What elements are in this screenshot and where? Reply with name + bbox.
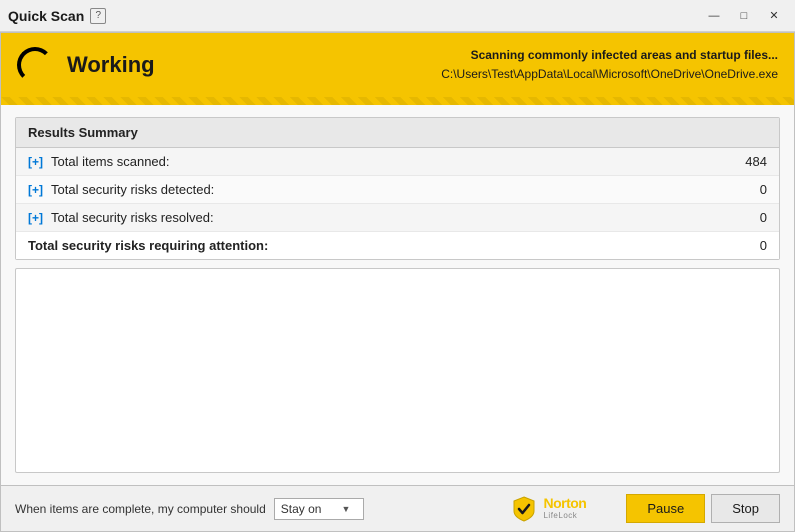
stop-button[interactable]: Stop [711, 494, 780, 523]
norton-shield-icon [510, 495, 538, 523]
results-table: Results Summary [+] Total items scanned:… [15, 117, 780, 260]
norton-brand-text: Norton LifeLock [543, 496, 586, 520]
maximize-button[interactable]: □ [731, 6, 757, 26]
norton-name: Norton [543, 496, 586, 511]
title-bar-controls: — □ ✕ [701, 6, 787, 26]
table-row: [+] Total security risks detected: 0 [16, 176, 779, 204]
expand-icon-0[interactable]: [+] [28, 155, 43, 169]
expand-icon-1[interactable]: [+] [28, 183, 43, 197]
scan-path: C:\Users\Test\AppData\Local\Microsoft\On… [441, 65, 778, 84]
dropdown-value: Stay on [281, 502, 322, 516]
title-bar: Quick Scan ? — □ ✕ [0, 0, 795, 32]
empty-area [15, 268, 780, 473]
pause-button[interactable]: Pause [626, 494, 705, 523]
row-label-0: Total items scanned: [51, 154, 727, 169]
row-label-3: Total security risks requiring attention… [28, 238, 727, 253]
row-value-1: 0 [727, 182, 767, 197]
table-row: Total security risks requiring attention… [16, 232, 779, 259]
norton-logo: Norton LifeLock [510, 495, 586, 523]
when-label: When items are complete, my computer sho… [15, 502, 266, 516]
action-buttons: Pause Stop [626, 494, 780, 523]
row-value-3: 0 [727, 238, 767, 253]
content-area: Results Summary [+] Total items scanned:… [1, 105, 794, 485]
row-value-0: 484 [727, 154, 767, 169]
help-badge[interactable]: ? [90, 8, 106, 24]
row-value-2: 0 [727, 210, 767, 225]
window-title: Quick Scan [8, 8, 84, 24]
title-bar-left: Quick Scan ? [8, 8, 701, 24]
row-label-1: Total security risks detected: [51, 182, 727, 197]
close-button[interactable]: ✕ [761, 6, 787, 26]
status-bar: Working Scanning commonly infected areas… [1, 33, 794, 97]
table-row: [+] Total items scanned: 484 [16, 148, 779, 176]
table-row: [+] Total security risks resolved: 0 [16, 204, 779, 232]
bottom-bar: When items are complete, my computer sho… [1, 485, 794, 531]
working-label: Working [67, 52, 427, 78]
status-info: Scanning commonly infected areas and sta… [441, 46, 778, 84]
computer-action-dropdown[interactable]: Stay on ▼ [274, 498, 364, 520]
results-header: Results Summary [16, 118, 779, 148]
bottom-left: When items are complete, my computer sho… [15, 498, 364, 520]
scan-title: Scanning commonly infected areas and sta… [441, 46, 778, 65]
chevron-down-icon: ▼ [341, 504, 350, 514]
minimize-button[interactable]: — [701, 6, 727, 26]
row-label-2: Total security risks resolved: [51, 210, 727, 225]
spinner-icon [17, 47, 53, 83]
expand-icon-2[interactable]: [+] [28, 211, 43, 225]
norton-sub: LifeLock [543, 512, 586, 521]
window: Working Scanning commonly infected areas… [0, 32, 795, 532]
stripe-divider [1, 97, 794, 105]
